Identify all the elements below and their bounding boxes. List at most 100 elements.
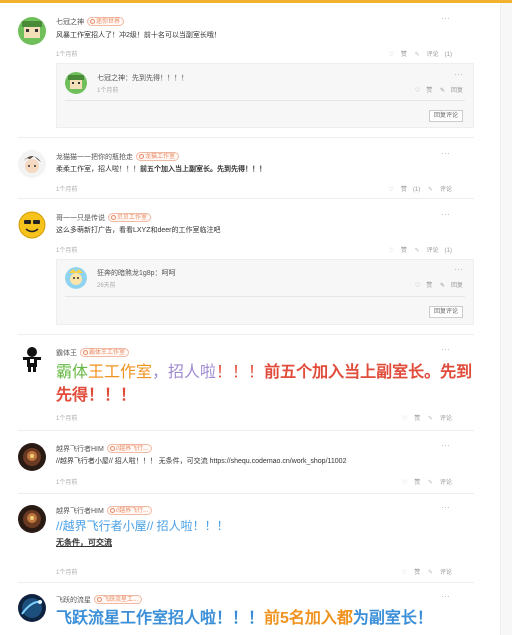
more-options-icon[interactable]: ···	[454, 69, 463, 79]
scrollbar[interactable]	[500, 3, 512, 635]
like-button[interactable]: ♡ 赞 (1)	[389, 187, 421, 193]
reply-time: 1个月前	[97, 88, 119, 94]
comment-author[interactable]: 越界飞行者HIM//越界飞行...	[56, 506, 153, 516]
workshop-badge[interactable]: 迷你世界	[87, 17, 125, 26]
reply-panel: 狂奔的暗煞龙1g8p：呵呵 ··· 26天前 ♡ 赞 ✎ 回复 回复评论	[56, 259, 474, 325]
thumb-icon: ♡	[388, 52, 394, 58]
comment-icon: ✎	[414, 248, 420, 254]
like-button[interactable]: ♡ 赞	[402, 480, 420, 486]
avatar[interactable]	[18, 443, 46, 471]
workshop-badge[interactable]: 飞跃流星工...	[94, 595, 143, 604]
comment-subtext: 无条件，可交流	[56, 538, 112, 547]
thumb-icon: ♡	[388, 187, 394, 193]
top-accent-bar	[0, 0, 512, 3]
comment-time: 1个月前	[56, 248, 78, 254]
reply-actions: ♡ 赞 ✎ 回复	[409, 85, 463, 94]
more-options-icon[interactable]: ···	[441, 148, 450, 158]
like-button[interactable]: ♡ 赞	[415, 88, 432, 94]
divider	[18, 493, 474, 494]
comment-time: 1个月前	[56, 416, 78, 422]
thumb-icon: ♡	[401, 570, 408, 576]
divider	[18, 582, 474, 583]
workshop-badge[interactable]: //越界飞行...	[106, 444, 153, 453]
comment-rich-text: //越界飞行者小屋// 招人啦！！！	[56, 519, 229, 533]
comment-button[interactable]: ✎ 评论	[428, 187, 452, 193]
comment-button[interactable]: ✎ 评论	[428, 416, 452, 422]
comment-text: //越界飞行者小屋// 招人啦！！！ 无条件，可交流 https://shequ…	[56, 458, 347, 465]
comment-icon: ✎	[427, 480, 433, 486]
divider	[18, 198, 474, 199]
avatar[interactable]	[18, 17, 46, 45]
comment-icon: ✎	[427, 570, 433, 576]
comment-time: 1个月前	[56, 480, 78, 486]
reply-button[interactable]: ✎ 回复	[440, 283, 463, 289]
divider	[65, 296, 465, 297]
avatar[interactable]	[18, 594, 46, 622]
comment-icon: ✎	[427, 416, 433, 422]
comment-author[interactable]: 七冠之神 迷你世界	[56, 17, 125, 27]
reply-actions: ♡ 赞 ✎ 回复	[409, 280, 463, 289]
comment-actions: ♡ 赞 ✎ 评论	[396, 567, 452, 576]
avatar[interactable]	[65, 267, 87, 289]
comment-actions: ♡ 赞 ✎ 评论	[396, 413, 452, 422]
workshop-badge[interactable]: 贝贝工作室	[108, 213, 152, 222]
comment-author[interactable]: 霸体王 霸体王工作室	[56, 348, 130, 358]
reply-text: 狂奔的暗煞龙1g8p：呵呵	[97, 270, 176, 277]
comment-button[interactable]: ✎ 评论	[428, 570, 452, 576]
avatar[interactable]	[18, 505, 46, 533]
like-button[interactable]: ♡ 赞	[402, 570, 420, 576]
like-button[interactable]: ♡ 赞	[415, 283, 432, 289]
comment-rich-text: 飞跃流星工作室招人啦！！！前5名加入都为副室长！	[56, 610, 433, 627]
comment-actions: ♡ 赞 ✎ 评论 (1)	[383, 245, 452, 254]
comment-text: 风暴工作室招人了！冲2级！前十名可以当副室长哦！	[56, 32, 221, 39]
comment-icon: ✎	[427, 187, 433, 193]
avatar[interactable]	[18, 150, 46, 178]
divider	[18, 430, 474, 431]
more-options-icon[interactable]: ···	[441, 591, 450, 601]
avatar[interactable]	[18, 345, 46, 373]
comment-text: 柔柔工作室，招人啦！！！前五个加入当上副室长。先到先得！！！	[56, 166, 266, 173]
avatar[interactable]	[18, 211, 46, 239]
more-options-icon[interactable]: ···	[441, 502, 450, 512]
more-options-icon[interactable]: ···	[441, 440, 450, 450]
comment-author[interactable]: 龙猫猫一一把你的瓶抢走 龙猫工作室	[56, 152, 180, 162]
thumb-icon: ♡	[388, 248, 394, 254]
more-options-icon[interactable]: ···	[454, 264, 463, 274]
comment-rich-text: 霸体王工作室，招人啦！！！前五个加入当上副室长。先到先得！！！	[56, 364, 473, 404]
comment-actions: ♡ 赞 (1) ✎ 评论	[383, 184, 452, 193]
workshop-badge[interactable]: 霸体王工作室	[80, 348, 130, 357]
divider	[18, 137, 474, 138]
comment-actions: ♡ 赞 ✎ 评论 (1)	[383, 49, 452, 58]
reply-comment-button[interactable]: 回复评论	[428, 306, 463, 318]
comment-time: 1个月前	[56, 52, 78, 58]
comment-icon: ✎	[414, 52, 420, 58]
divider	[65, 100, 465, 101]
like-button[interactable]: ♡ 赞	[389, 248, 407, 254]
avatar[interactable]	[65, 72, 87, 94]
more-options-icon[interactable]: ···	[441, 13, 450, 23]
comment-author[interactable]: 越界飞行者HIM//越界飞行...	[56, 444, 153, 454]
comment-text: 这么多萌新打广告，看看LXYZ和deer的工作室临注吧	[56, 227, 221, 234]
comment-time: 1个月前	[56, 570, 78, 576]
thumb-icon: ♡	[401, 416, 408, 422]
like-button[interactable]: ♡ 赞	[402, 416, 420, 422]
reply-time: 26天前	[97, 283, 116, 289]
like-button[interactable]: ♡ 赞	[389, 52, 407, 58]
thumb-icon: ♡	[401, 480, 408, 486]
comment-author[interactable]: 飞跃的流星 飞跃流星工...	[56, 595, 143, 605]
reply-button[interactable]: ✎ 回复	[440, 88, 463, 94]
comment-button[interactable]: ✎ 评论 (1)	[415, 248, 452, 254]
workshop-badge[interactable]: //越界飞行...	[106, 506, 153, 515]
comment-time: 1个月前	[56, 187, 78, 193]
comment-author[interactable]: 哥一一只是传说 贝贝工作室	[56, 213, 152, 223]
workshop-badge[interactable]: 龙猫工作室	[136, 152, 180, 161]
comment-actions: ♡ 赞 ✎ 评论	[396, 477, 452, 486]
reply-comment-button[interactable]: 回复评论	[428, 110, 463, 122]
divider	[18, 334, 474, 335]
comment-button[interactable]: ✎ 评论 (1)	[415, 52, 452, 58]
reply-panel: 七冠之神：先到先得！！！！ ··· 1个月前 ♡ 赞 ✎ 回复 回复评论	[56, 63, 474, 128]
comment-button[interactable]: ✎ 评论	[428, 480, 452, 486]
more-options-icon[interactable]: ···	[441, 209, 450, 219]
more-options-icon[interactable]: ···	[441, 344, 450, 354]
reply-text: 七冠之神：先到先得！！！！	[97, 75, 188, 82]
